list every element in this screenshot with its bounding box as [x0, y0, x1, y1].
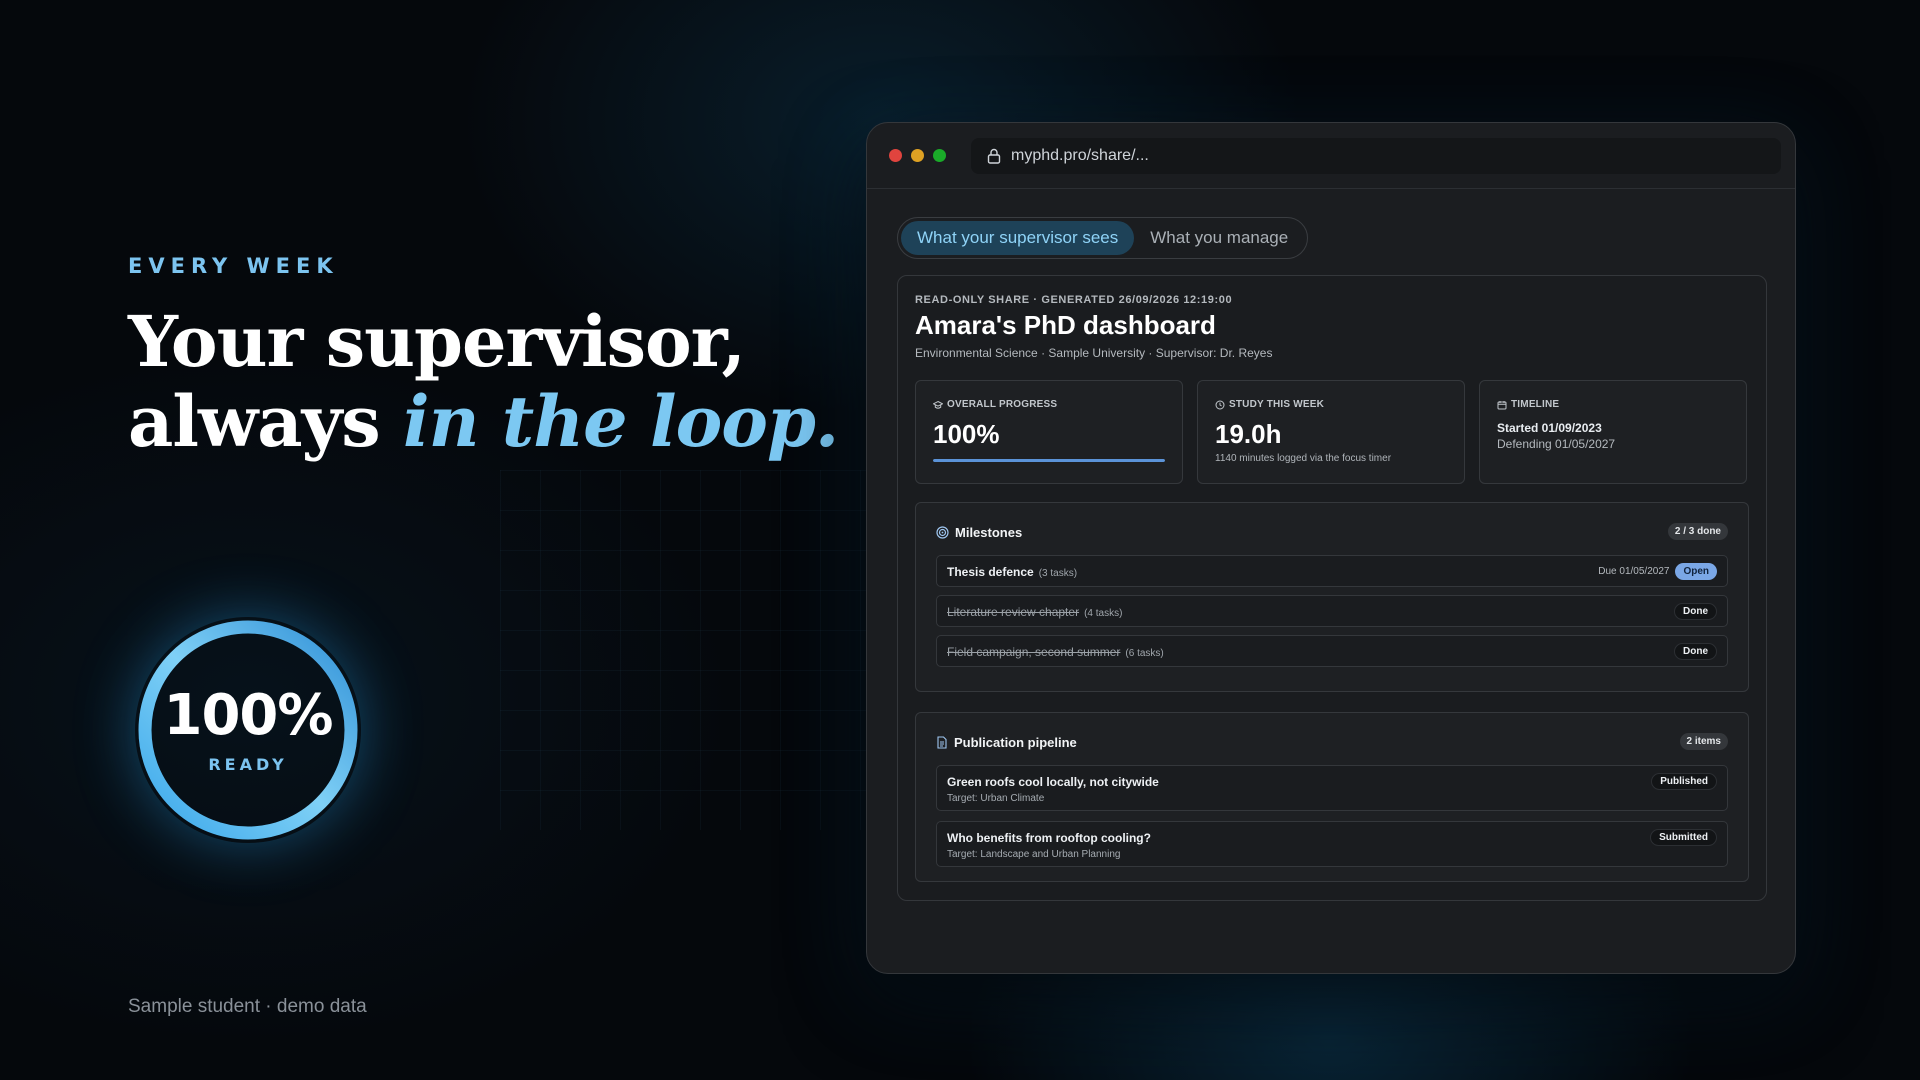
- publication-title: Green roofs cool locally, not citywide: [947, 775, 1159, 789]
- graduation-cap-icon: [933, 400, 943, 409]
- lock-icon: [987, 148, 1001, 164]
- progress-bar-fill: [933, 459, 1165, 462]
- study-week-value: 19.0h: [1215, 419, 1282, 449]
- footnote: Sample student · demo data: [128, 996, 367, 1017]
- milestone-row: Field campaign, second summer (6 tasks) D…: [936, 635, 1728, 667]
- milestone-title: Thesis defence (3 tasks): [947, 565, 1077, 579]
- headline-line-1: Your supervisor,: [128, 300, 746, 383]
- timeline-label: TIMELINE: [1497, 399, 1559, 410]
- tab-supervisor-view[interactable]: What your supervisor sees: [901, 221, 1135, 255]
- calendar-icon: [1497, 400, 1507, 409]
- milestones-count-badge: 2 / 3 done: [1667, 523, 1728, 540]
- timeline-started: Started 01/09/2023: [1497, 421, 1602, 435]
- milestone-title-text: Literature review chapter: [947, 605, 1080, 619]
- url-text: myphd.pro/share/...: [1011, 146, 1149, 164]
- ring-value: 100%: [163, 683, 333, 748]
- milestone-meta: Due 01/05/2027 Open: [1598, 563, 1717, 580]
- publication-meta: Published: [1651, 773, 1717, 790]
- publication-title: Who benefits from rooftop cooling?: [947, 831, 1151, 845]
- browser-toolbar: myphd.pro/share/...: [867, 123, 1795, 189]
- status-badge-submitted: Submitted: [1650, 829, 1717, 846]
- timeline-label-text: TIMELINE: [1511, 399, 1560, 410]
- publication-pipeline-section: Publication pipeline 2 items Green roofs…: [915, 712, 1749, 882]
- milestone-meta: Done: [1674, 603, 1717, 620]
- hero-headline: Your supervisor, always in the loop.: [128, 302, 848, 462]
- publication-meta: Submitted: [1650, 829, 1717, 846]
- milestone-row: Thesis defence (3 tasks) Due 01/05/2027 O…: [936, 555, 1728, 587]
- view-toggle: What your supervisor sees What you manag…: [897, 217, 1309, 259]
- milestone-title-text: Field campaign, second summer: [947, 645, 1121, 659]
- publications-header: Publication pipeline: [936, 735, 1077, 750]
- milestone-title: Literature review chapter (4 tasks): [947, 605, 1122, 619]
- milestone-task-count: (3 tasks): [1038, 568, 1078, 579]
- overall-progress-label-text: OVERALL PROGRESS: [947, 399, 1058, 410]
- headline-plain-text: always: [128, 380, 404, 463]
- milestones-header: Milestones: [936, 525, 1022, 540]
- minimize-window-dot[interactable]: [911, 149, 924, 162]
- headline-line-2: always in the loop.: [128, 382, 848, 462]
- study-week-label: STUDY THIS WEEK: [1215, 399, 1324, 410]
- eyebrow-label: EVERY WEEK: [128, 254, 339, 278]
- publications-count-badge: 2 items: [1679, 733, 1728, 750]
- status-badge-done: Done: [1674, 603, 1717, 620]
- study-week-note: 1140 minutes logged via the focus timer: [1215, 453, 1392, 464]
- overall-progress-value: 100%: [933, 419, 1000, 449]
- status-badge-done: Done: [1674, 643, 1717, 660]
- timeline-card: TIMELINE Started 01/09/2023 Defending 01…: [1479, 380, 1747, 484]
- milestone-title: Field campaign, second summer (6 tasks): [947, 645, 1164, 659]
- study-week-card: STUDY THIS WEEK 19.0h 1140 minutes logge…: [1197, 380, 1465, 484]
- milestone-due-date: Due 01/05/2027: [1598, 566, 1670, 577]
- publication-row: Who benefits from rooftop cooling? Targe…: [936, 821, 1728, 867]
- dashboard-subtitle: Environmental Science · Sample Universit…: [915, 346, 1273, 360]
- milestones-section: Milestones 2 / 3 done Thesis defence (3 t…: [915, 502, 1749, 692]
- progress-bar: [933, 459, 1165, 462]
- milestones-title: Milestones: [955, 525, 1023, 540]
- publications-title: Publication pipeline: [954, 735, 1077, 750]
- background-grid: [500, 470, 900, 830]
- overall-progress-label: OVERALL PROGRESS: [933, 399, 1057, 410]
- dashboard-title: Amara's PhD dashboard: [915, 310, 1216, 340]
- milestone-task-count: (6 tasks): [1125, 648, 1164, 659]
- share-meta: READ-ONLY SHARE · GENERATED 26/09/2026 1…: [915, 294, 1233, 306]
- status-badge-published: Published: [1651, 773, 1717, 790]
- dashboard-panel: READ-ONLY SHARE · GENERATED 26/09/2026 1…: [897, 275, 1767, 901]
- clock-icon: [1215, 400, 1225, 409]
- study-week-label-text: STUDY THIS WEEK: [1229, 399, 1325, 410]
- target-icon: [936, 526, 949, 539]
- ring-label: READY: [208, 755, 288, 774]
- overall-progress-card: OVERALL PROGRESS 100%: [915, 380, 1183, 484]
- maximize-window-dot[interactable]: [933, 149, 946, 162]
- publication-row: Green roofs cool locally, not citywide T…: [936, 765, 1728, 811]
- milestone-row: Literature review chapter (4 tasks) Done: [936, 595, 1728, 627]
- milestone-title-text: Thesis defence: [947, 565, 1034, 579]
- milestone-task-count: (4 tasks): [1084, 608, 1123, 619]
- publication-target: Target: Landscape and Urban Planning: [947, 849, 1121, 860]
- close-window-dot[interactable]: [889, 149, 902, 162]
- document-icon: [937, 736, 947, 749]
- status-badge-open: Open: [1675, 563, 1717, 580]
- browser-window: myphd.pro/share/... What your supervisor…: [866, 122, 1796, 974]
- publication-target: Target: Urban Climate: [947, 793, 1045, 804]
- timeline-defending: Defending 01/05/2027: [1497, 437, 1616, 451]
- tab-manage-view[interactable]: What you manage: [1134, 221, 1304, 255]
- milestone-meta: Done: [1674, 643, 1717, 660]
- readiness-ring: 100% READY: [135, 617, 361, 843]
- address-bar[interactable]: myphd.pro/share/...: [971, 137, 1781, 174]
- headline-accent-text: in the loop.: [403, 380, 839, 463]
